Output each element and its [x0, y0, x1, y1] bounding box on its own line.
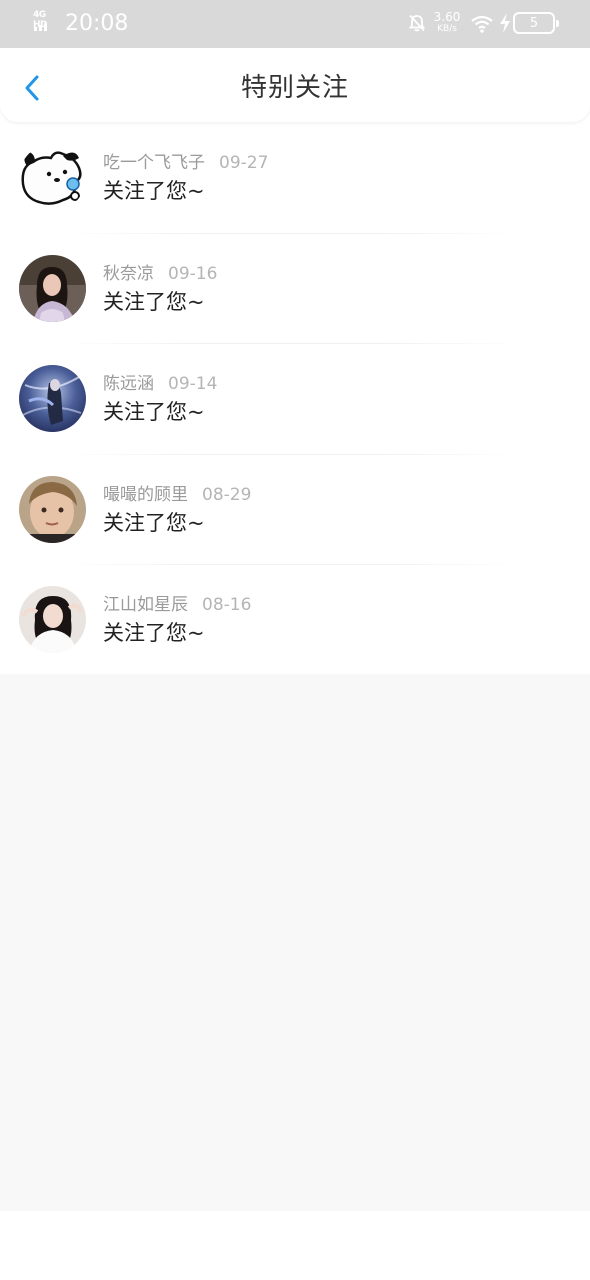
speed-value: 3.60	[433, 10, 461, 24]
bottom-strip	[0, 1211, 590, 1280]
avatar[interactable]	[19, 254, 86, 322]
app-header: 特别关注	[0, 48, 590, 122]
status-bar: 4G HD 20:08 3.60 KB/s	[0, 0, 590, 48]
charging-icon	[498, 12, 512, 34]
list-item[interactable]: 陈远涵 09-14 关注了您~	[0, 344, 590, 455]
item-action-text: 关注了您~	[103, 400, 205, 424]
item-action-text: 关注了您~	[103, 289, 205, 314]
user-name[interactable]: 嘬嘬的顾里	[103, 485, 188, 505]
item-date: 09-27	[219, 153, 269, 173]
avatar[interactable]	[19, 365, 86, 432]
item-date: 09-14	[168, 374, 218, 394]
item-meta: 秋奈凉 09-16	[103, 263, 217, 285]
list-item[interactable]: 秋奈凉 09-16 关注了您~	[0, 234, 590, 344]
item-meta: 江山如星辰 08-16	[103, 594, 251, 616]
list-item[interactable]: 嘬嘬的顾里 08-29 关注了您~	[0, 455, 590, 565]
avatar[interactable]	[19, 475, 86, 543]
bell-muted-icon	[407, 13, 427, 33]
user-name[interactable]: 陈远涵	[103, 374, 154, 394]
speed-unit: KB/s	[437, 24, 457, 34]
item-meta: 嘬嘬的顾里 08-29	[103, 484, 251, 506]
item-date: 09-16	[168, 263, 218, 284]
item-action-text: 关注了您~	[103, 179, 205, 203]
follow-notification-list: 吃一个飞飞子 09-27 关注了您~ 秋奈凉 09-16 关注了您~ 陈远涵 0…	[0, 123, 590, 674]
avatar[interactable]	[19, 144, 86, 211]
cellular-signal-icon: 4G HD	[33, 10, 59, 32]
battery-level: 5	[529, 15, 539, 31]
user-name[interactable]: 吃一个飞飞子	[103, 153, 205, 173]
battery-icon: 5	[513, 12, 559, 34]
list-item[interactable]: 江山如星辰 08-16 关注了您~	[0, 565, 590, 676]
list-item[interactable]: 吃一个飞飞子 09-27 关注了您~	[0, 123, 590, 234]
screen: 4G HD 20:08 3.60 KB/s	[0, 0, 590, 1280]
clock: 20:08	[65, 11, 129, 36]
avatar[interactable]	[19, 586, 86, 653]
user-name[interactable]: 江山如星辰	[103, 595, 188, 615]
item-date: 08-29	[202, 484, 252, 505]
page-title: 特别关注	[240, 73, 349, 103]
item-date: 08-16	[202, 595, 252, 615]
empty-area	[0, 674, 590, 1211]
item-action-text: 关注了您~	[103, 621, 205, 645]
item-meta: 陈远涵 09-14	[103, 373, 217, 395]
network-speed: 3.60 KB/s	[432, 10, 462, 35]
wifi-icon	[470, 14, 494, 34]
item-meta: 吃一个飞飞子 09-27	[103, 152, 268, 174]
user-name[interactable]: 秋奈凉	[103, 264, 154, 284]
item-action-text: 关注了您~	[103, 510, 205, 535]
